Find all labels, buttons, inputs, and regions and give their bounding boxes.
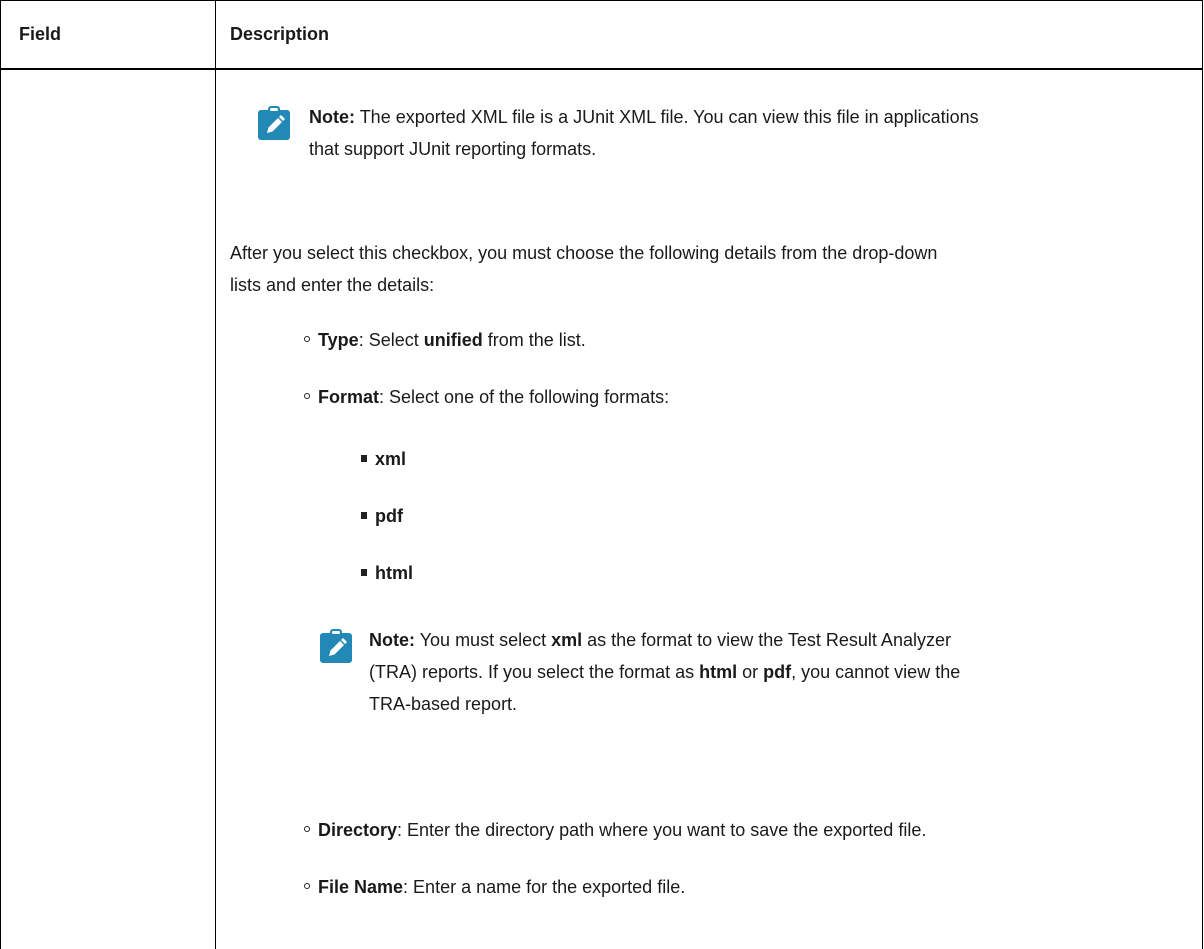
circle-bullet-icon [304,826,310,833]
note-text: Note: The exported XML file is a JUnit X… [309,101,979,165]
note-label: Note: [309,107,355,127]
circle-bullet-icon [304,883,310,890]
table-header-row: Field Description [1,0,1202,70]
pencil-note-icon [258,106,290,140]
note-label: Note: [369,630,415,650]
format-option-pdf: pdf [361,504,403,528]
note-body-line2: that support JUnit reporting formats. [309,139,597,159]
circle-bullet-icon [304,393,310,400]
pencil-note-icon [320,629,352,663]
note-text: Note: You must select xml as the format … [369,630,961,714]
list-item-file-name: File Name: Enter a name for the exported… [304,875,685,899]
note-block: Note: You must select xml as the format … [319,624,960,720]
list-item-directory: Directory: Enter the directory path wher… [304,818,926,842]
description-column-header: Description [230,24,330,44]
list-item-format: Format: Select one of the following form… [304,385,669,409]
circle-bullet-icon [304,336,310,343]
format-option-html: html [361,561,413,585]
intro-line-2: lists and enter the details: [230,275,435,295]
list-item-type: Type: Select unified from the list. [304,328,586,352]
format-option-xml: xml [361,447,406,471]
square-bullet-icon [361,511,367,519]
column-divider [215,0,216,949]
square-bullet-icon [361,568,367,576]
square-bullet-icon [361,454,367,462]
description-table: Field Description Note: The exported XML… [0,0,1203,949]
intro-paragraph: After you select this checkbox, you must… [230,237,1150,301]
intro-line-1: After you select this checkbox, you must… [230,243,938,263]
note-body: The exported XML file is a JUnit XML fil… [359,107,979,127]
note-block: Note: The exported XML file is a JUnit X… [257,101,979,165]
field-column-header: Field [19,24,62,44]
